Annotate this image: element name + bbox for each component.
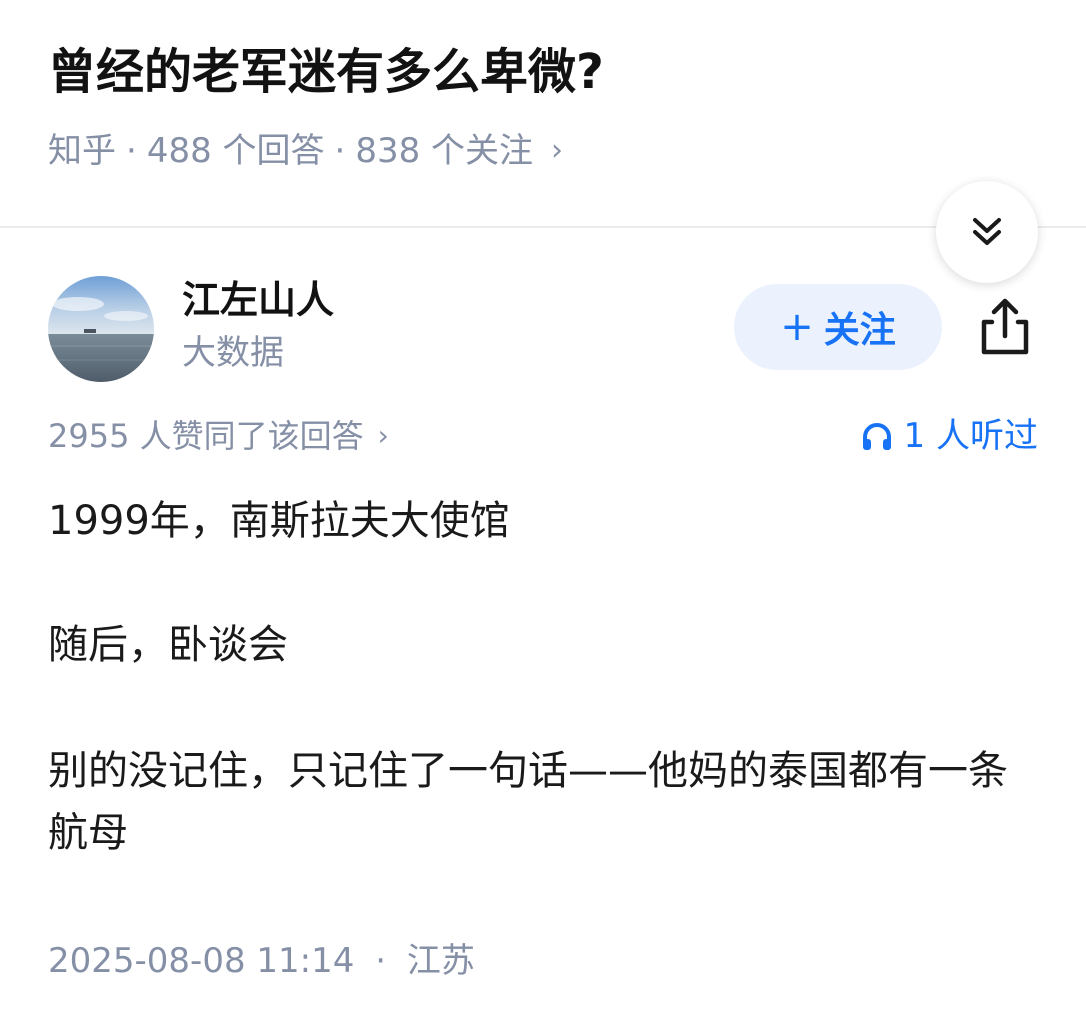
author-tag: 大数据 [182,333,284,373]
footer-separator: · [375,941,387,981]
author-name[interactable]: 江左山人 [182,274,334,326]
follow-label: 关注 [823,310,896,351]
answer-paragraph: 随后，卧谈会 [48,622,288,668]
answer-footer: 2025-08-08 11:14 · 江苏 [48,938,475,984]
collapse-button[interactable] [936,181,1038,283]
double-chevron-down-icon [973,218,1001,245]
share-button[interactable] [976,296,1034,358]
upvote-count[interactable]: 2955 人赞同了该回答 › [48,414,389,458]
answer-paragraph: 别的没记住，只记住了一句话——他妈的泰国都有一条航母 [48,748,1008,856]
listened-label: 1 人听过 [903,416,1038,456]
answer-date: 2025-08-08 11:14 [48,941,355,981]
follow-button[interactable]: + 关注 [734,284,942,370]
headphones-icon [862,423,891,450]
follower-count: 838 个关注 [355,131,534,171]
chevron-right-icon: › [377,419,389,452]
meta-separator: · [334,131,346,171]
share-icon [981,298,1029,355]
answer-paragraph: 1999年，南斯拉夫大使馆 [48,498,510,544]
upvote-label: 2955 人赞同了该回答 [48,417,364,455]
source-label: 知乎 [48,131,116,171]
question-title[interactable]: 曾经的老军迷有多么卑微? [48,40,604,104]
plus-icon: + [780,304,814,350]
divider [0,226,1086,228]
answer-count: 488 个回答 [146,131,325,171]
answer-location: 江苏 [406,941,475,981]
chevron-right-icon: › [551,133,564,168]
meta-separator: · [126,131,137,171]
listened-indicator[interactable]: 1 人听过 [860,414,1038,458]
question-meta[interactable]: 知乎 · 488 个回答 · 838 个关注 › [48,128,563,174]
avatar[interactable] [48,276,154,382]
